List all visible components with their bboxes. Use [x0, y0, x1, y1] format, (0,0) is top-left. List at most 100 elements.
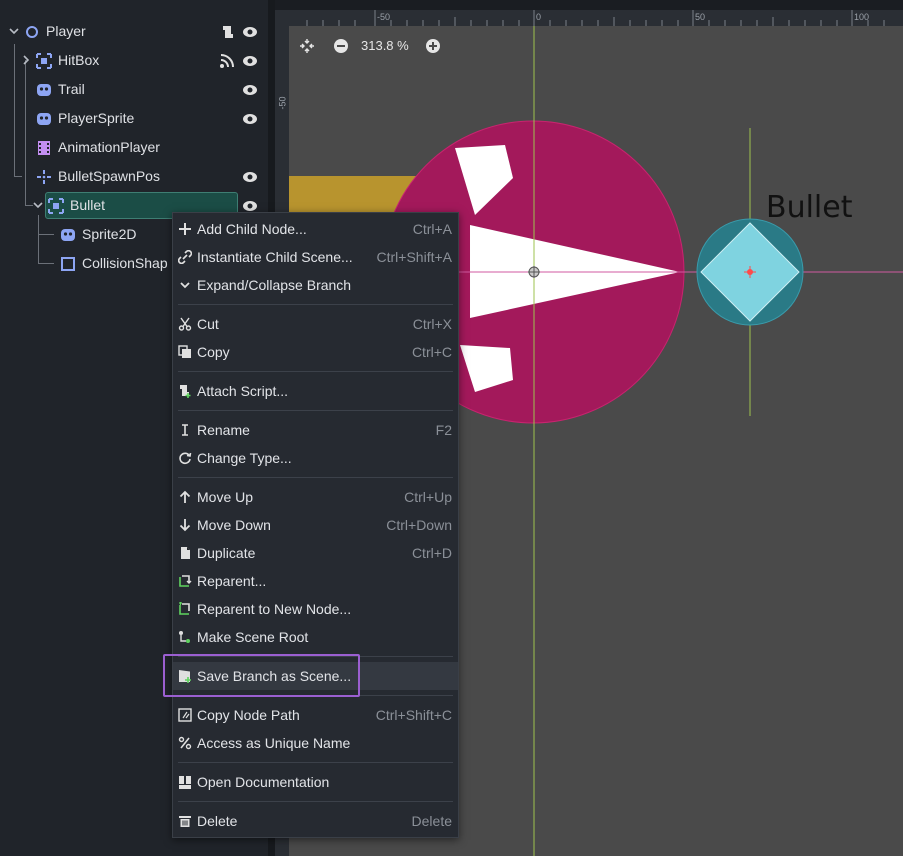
change-type-icon	[179, 452, 192, 465]
area2d-icon	[36, 53, 52, 69]
arrow-up-icon	[179, 490, 191, 503]
annotation-highlight-box	[163, 654, 360, 697]
collision-shape-icon	[61, 257, 75, 271]
menu-item-label: Duplicate	[197, 545, 256, 561]
scissors-icon	[178, 317, 192, 331]
menu-item-change-type[interactable]: Change Type...	[173, 444, 458, 472]
visibility-eye-icon[interactable]	[242, 24, 258, 40]
menu-separator	[178, 801, 453, 802]
zoom-in-icon[interactable]	[425, 38, 441, 54]
visibility-eye-icon[interactable]	[242, 111, 258, 127]
godot-sprite-icon	[37, 113, 51, 125]
marker2d-icon	[37, 170, 51, 184]
signal-icon[interactable]	[219, 53, 235, 69]
menu-item-shortcut: F2	[435, 422, 452, 438]
copy-icon	[178, 345, 191, 358]
menu-item-label: Move Down	[197, 517, 271, 533]
visibility-eye-icon[interactable]	[242, 53, 258, 69]
menu-item-label: Attach Script...	[197, 383, 289, 399]
menu-separator	[178, 304, 453, 305]
menu-item-label: Access as Unique Name	[197, 735, 351, 751]
tree-item-player[interactable]: Player	[0, 17, 268, 46]
menu-item-label: Copy Node Path	[197, 707, 300, 723]
arrow-down-icon	[179, 519, 191, 532]
menu-item-add-child-node[interactable]: Add Child Node... Ctrl+A	[173, 215, 458, 243]
menu-item-reparent-to-new-node[interactable]: Reparent to New Node...	[173, 595, 458, 623]
menu-item-attach-script[interactable]: Attach Script...	[173, 377, 458, 405]
menu-item-copy[interactable]: Copy Ctrl+C	[173, 338, 458, 366]
link-icon	[178, 250, 192, 264]
tree-item-label: Trail	[58, 81, 85, 97]
menu-item-label: Rename	[197, 422, 250, 438]
menu-item-shortcut: Ctrl+Shift+A	[376, 249, 452, 265]
menu-item-duplicate[interactable]: Duplicate Ctrl+D	[173, 539, 458, 567]
menu-item-make-scene-root[interactable]: Make Scene Root	[173, 623, 458, 651]
scene-root-icon	[179, 631, 190, 643]
menu-separator	[178, 371, 453, 372]
trash-icon	[179, 816, 191, 827]
menu-item-access-as-unique-name[interactable]: Access as Unique Name	[173, 729, 458, 757]
chevron-down-icon[interactable]	[8, 25, 20, 37]
menu-item-label: Make Scene Root	[197, 629, 309, 645]
menu-item-shortcut: Ctrl+Down	[386, 517, 452, 533]
percent-icon	[178, 736, 192, 750]
center-view-icon[interactable]	[299, 38, 315, 54]
tree-item-label: Player	[46, 23, 86, 39]
menu-item-instantiate-child-scene[interactable]: Instantiate Child Scene... Ctrl+Shift+A	[173, 243, 458, 271]
visibility-eye-icon[interactable]	[242, 82, 258, 98]
menu-item-label: Move Up	[197, 489, 254, 505]
menu-item-label: Instantiate Child Scene...	[197, 249, 353, 265]
chevron-down-icon[interactable]	[32, 199, 44, 211]
menu-item-label: Change Type...	[197, 450, 292, 466]
menu-item-cut[interactable]: Cut Ctrl+X	[173, 310, 458, 338]
menu-item-shortcut: Delete	[411, 813, 452, 829]
menu-item-rename[interactable]: Rename F2	[173, 416, 458, 444]
node2d-circle-icon	[26, 26, 38, 38]
zoom-out-icon[interactable]	[333, 38, 349, 54]
menu-item-open-documentation[interactable]: Open Documentation	[173, 768, 458, 796]
menu-item-shortcut: Ctrl+A	[412, 221, 452, 237]
menu-item-label: Reparent...	[197, 573, 267, 589]
reparent-icon	[179, 575, 192, 587]
rename-icon	[182, 424, 188, 436]
context-menu: Add Child Node... Ctrl+A Instantiate Chi…	[172, 212, 459, 838]
chevron-right-icon[interactable]	[20, 54, 32, 66]
visibility-eye-icon[interactable]	[242, 169, 258, 185]
tree-item-label: Sprite2D	[82, 226, 137, 242]
tree-item-bulletspawnpos[interactable]: BulletSpawnPos	[0, 162, 268, 191]
tree-item-hitbox[interactable]: HitBox	[0, 46, 268, 75]
menu-item-delete[interactable]: Delete Delete	[173, 807, 458, 835]
menu-item-move-up[interactable]: Move Up Ctrl+Up	[173, 483, 458, 511]
tree-item-trail[interactable]: Trail	[0, 75, 268, 104]
menu-separator	[178, 477, 453, 478]
tree-item-label: Bullet	[70, 197, 106, 213]
menu-item-shortcut: Ctrl+X	[412, 316, 452, 332]
documentation-icon	[179, 776, 191, 789]
menu-item-shortcut: Ctrl+C	[411, 344, 452, 360]
menu-item-reparent[interactable]: Reparent...	[173, 567, 458, 595]
menu-separator	[178, 762, 453, 763]
reparent-new-icon	[179, 602, 190, 615]
tree-item-label: AnimationPlayer	[58, 139, 160, 155]
tree-item-animationplayer[interactable]: AnimationPlayer	[0, 133, 268, 162]
menu-item-copy-node-path[interactable]: Copy Node Path Ctrl+Shift+C	[173, 701, 458, 729]
menu-item-label: Add Child Node...	[197, 221, 307, 237]
tree-item-playersprite[interactable]: PlayerSprite	[0, 104, 268, 133]
godot-sprite-icon	[61, 229, 75, 241]
tree-item-label: CollisionShap	[82, 255, 168, 271]
menu-item-label: Delete	[197, 813, 238, 829]
animation-player-icon	[38, 141, 50, 155]
zoom-level[interactable]: 313.8 %	[361, 38, 409, 53]
script-icon[interactable]	[219, 24, 235, 40]
area2d-icon	[48, 198, 64, 214]
menu-item-label: Expand/Collapse Branch	[197, 277, 352, 293]
tree-item-label: HitBox	[58, 52, 100, 68]
menu-item-label: Reparent to New Node...	[197, 601, 352, 617]
menu-item-move-down[interactable]: Move Down Ctrl+Down	[173, 511, 458, 539]
menu-item-shortcut: Ctrl+Shift+C	[375, 707, 452, 723]
menu-item-shortcut: Ctrl+Up	[404, 489, 452, 505]
godot-sprite-icon	[37, 84, 51, 96]
menu-item-expand-collapse-branch[interactable]: Expand/Collapse Branch	[173, 271, 458, 299]
duplicate-icon	[181, 547, 190, 559]
chevron-down-icon	[180, 282, 190, 289]
